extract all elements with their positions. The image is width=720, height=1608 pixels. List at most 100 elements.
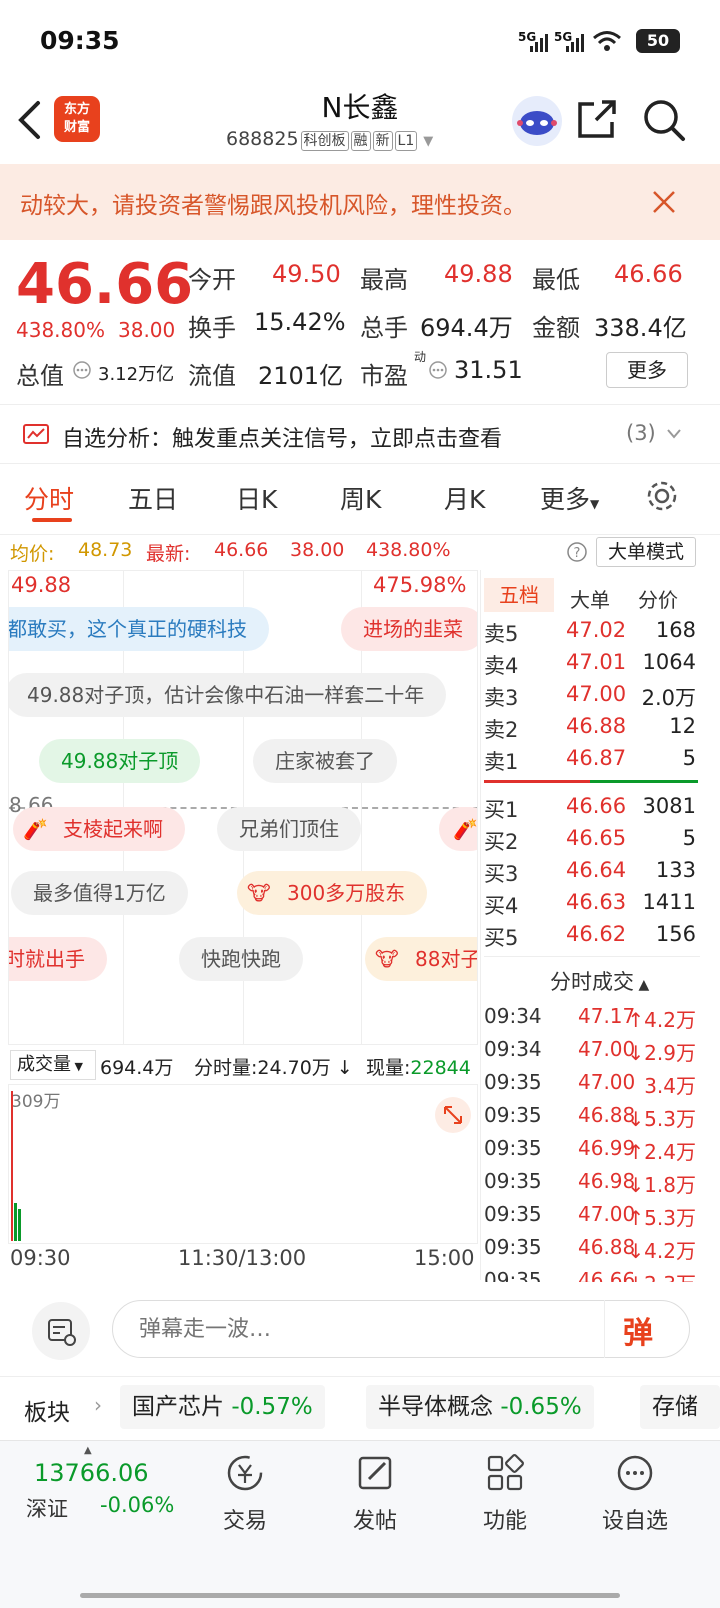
status-bar: 09:35 5G 5G 50 (0, 0, 720, 80)
tag-margin: 融 (350, 131, 371, 151)
intraday-chart[interactable]: 49.88 475.98% 8.66 都敢买，这个真正的硬科技 进场的韭菜 49… (8, 570, 478, 1045)
pe-superscript: 动 (414, 350, 427, 364)
signal-bars-icon-2 (566, 34, 584, 52)
last-value: 46.66 (214, 539, 269, 561)
svg-text:?: ? (574, 546, 581, 561)
tab-intraday[interactable]: 分时 (24, 480, 74, 516)
trades-title[interactable]: 分时成交 ▲ (550, 966, 649, 996)
more-quote-button[interactable]: 更多 (606, 352, 688, 388)
pe-label: 市盈 (360, 362, 408, 390)
time-end: 15:00 (414, 1246, 475, 1270)
caret-up-icon: ▲ (634, 977, 650, 993)
trade-row: 09:35 47.00 3.4万 (484, 1070, 696, 1098)
ask-row[interactable]: 卖5 47.02 168 (484, 618, 700, 649)
sector-chip[interactable]: 国产芯片 -0.57% (120, 1385, 325, 1429)
index-name: 深证 (26, 1497, 68, 1521)
chevron-right-icon: › (94, 1393, 102, 1417)
gear-icon[interactable] (644, 478, 680, 514)
sector-chip[interactable]: 存储 (640, 1385, 720, 1429)
danmu-item: 快跑快跑 (179, 937, 303, 981)
index-pct: -0.06% (100, 1493, 175, 1517)
tab-price-dist[interactable]: 分价 (638, 584, 678, 613)
signal-bars-icon (530, 34, 548, 52)
wifi-icon (593, 31, 621, 51)
trade-row: 09:3546.66↓2.3万 (484, 1268, 696, 1282)
time-mid: 11:30/13:00 (178, 1246, 307, 1270)
open-label: 今开 (188, 266, 236, 294)
tag-board: 科创板 (300, 131, 349, 151)
vol-period: 分时量:24.70万 ↓ (194, 1057, 353, 1079)
home-indicator (80, 1593, 620, 1598)
open-value: 49.50 (272, 260, 341, 288)
expand-icon[interactable] (435, 1097, 471, 1133)
pe-value: 31.51 (454, 356, 523, 384)
bid-row[interactable]: 买3 46.64 133 (484, 858, 700, 889)
risk-warning-banner: 动较大，请投资者警惕跟风投机风险，理性投资。 (0, 164, 720, 240)
send-danmu-button[interactable]: 弹 (604, 1300, 690, 1358)
float-label: 流值 (188, 362, 236, 390)
caret-up-icon: ▲ (84, 1445, 92, 1456)
info-circle-icon[interactable] (72, 360, 92, 380)
sector-chip[interactable]: 半导体概念 -0.65% (366, 1385, 594, 1429)
more-dots-icon (617, 1455, 653, 1491)
tab-monthly-k[interactable]: 月K (444, 480, 485, 516)
volume-bar (11, 1091, 13, 1241)
nav-trade[interactable]: 交易 (190, 1453, 300, 1535)
bid-row[interactable]: 买5 46.62 156 (484, 922, 700, 953)
watchlist-analysis-bar[interactable]: 自选分析：触发重点关注信号，立即点击查看 (3) (0, 404, 720, 464)
ask-row[interactable]: 卖1 46.87 5 (484, 746, 700, 777)
volume-label: 总手 (360, 314, 408, 342)
share-icon[interactable] (576, 98, 618, 140)
danmu-item: 都敢买，这个真正的硬科技 (9, 607, 269, 651)
close-icon[interactable] (652, 190, 676, 214)
battery-indicator: 50 (636, 29, 680, 53)
stock-code-line[interactable]: 688825 科创板融新 L1 ▼ (226, 128, 433, 151)
trade-row: 09:35 46.99 ↑2.4万 (484, 1136, 696, 1164)
ask-strength-bar (484, 780, 590, 783)
bid-row[interactable]: 买1 46.66 3081 (484, 794, 700, 825)
search-icon[interactable] (642, 98, 686, 142)
tab-daily-k[interactable]: 日K (236, 480, 277, 516)
volume-type-dropdown[interactable]: 成交量 ▼ (10, 1050, 96, 1080)
help-icon[interactable]: ? (566, 541, 588, 563)
tab-five-day[interactable]: 五日 (128, 480, 178, 516)
mktcap-value: 3.12万亿 (98, 364, 175, 385)
ask-row[interactable]: 卖2 46.88 12 (484, 714, 700, 745)
avg-label: 均价: (10, 543, 55, 565)
bid-row[interactable]: 买4 46.63 1411 (484, 890, 700, 921)
danmu-input-bar: 弹 (0, 1290, 720, 1374)
danmu-item: 🐮 88对子 (365, 937, 477, 981)
tag-level: L1 (394, 131, 418, 151)
pe-info-icon[interactable] (428, 360, 448, 380)
caret-down-icon: ▼ (71, 1060, 83, 1073)
robot-assistant-icon[interactable] (512, 96, 562, 146)
change-amount: 38.00 (118, 318, 176, 342)
back-arrow-icon[interactable] (16, 100, 42, 140)
nav-add-watchlist[interactable]: 设自选 (580, 1453, 690, 1535)
ox-emoji-icon: 🐮 (247, 881, 271, 905)
ox-emoji-icon: 🐮 (375, 947, 399, 971)
sector-bar: 板块 › 国产芯片 -0.57% 半导体概念 -0.65% 存储 (0, 1376, 720, 1436)
big-order-mode-button[interactable]: 大单模式 (596, 537, 696, 567)
ask-row[interactable]: 卖4 47.01 1064 (484, 650, 700, 681)
nav-post[interactable]: 发帖 (320, 1453, 430, 1535)
tab-more[interactable]: 更多▼ (540, 480, 599, 516)
tab-big-orders[interactable]: 大单 (570, 584, 610, 613)
volume-bar (14, 1203, 17, 1241)
active-tab-indicator (32, 518, 72, 522)
vol-max-label: 309万 (11, 1092, 61, 1112)
bid-row[interactable]: 买2 46.65 5 (484, 826, 700, 857)
volume-bar (18, 1209, 21, 1241)
low-label: 最低 (532, 266, 580, 294)
firecracker-icon: 🧨 (439, 807, 477, 851)
tab-five-levels[interactable]: 五档 (484, 578, 554, 612)
tab-weekly-k[interactable]: 周K (340, 480, 381, 516)
danmu-item: 🐮 300多万股东 (237, 871, 428, 915)
danmu-settings-icon[interactable] (32, 1302, 90, 1360)
firecracker-icon: 🧨 (23, 817, 48, 841)
caret-down-icon: ▼ (590, 497, 600, 511)
ask-row[interactable]: 卖3 47.00 2.0万 (484, 682, 700, 713)
float-value: 2101亿 (258, 362, 344, 390)
index-value[interactable]: 13766.06 (34, 1459, 149, 1487)
nav-functions[interactable]: 功能 (450, 1453, 560, 1535)
